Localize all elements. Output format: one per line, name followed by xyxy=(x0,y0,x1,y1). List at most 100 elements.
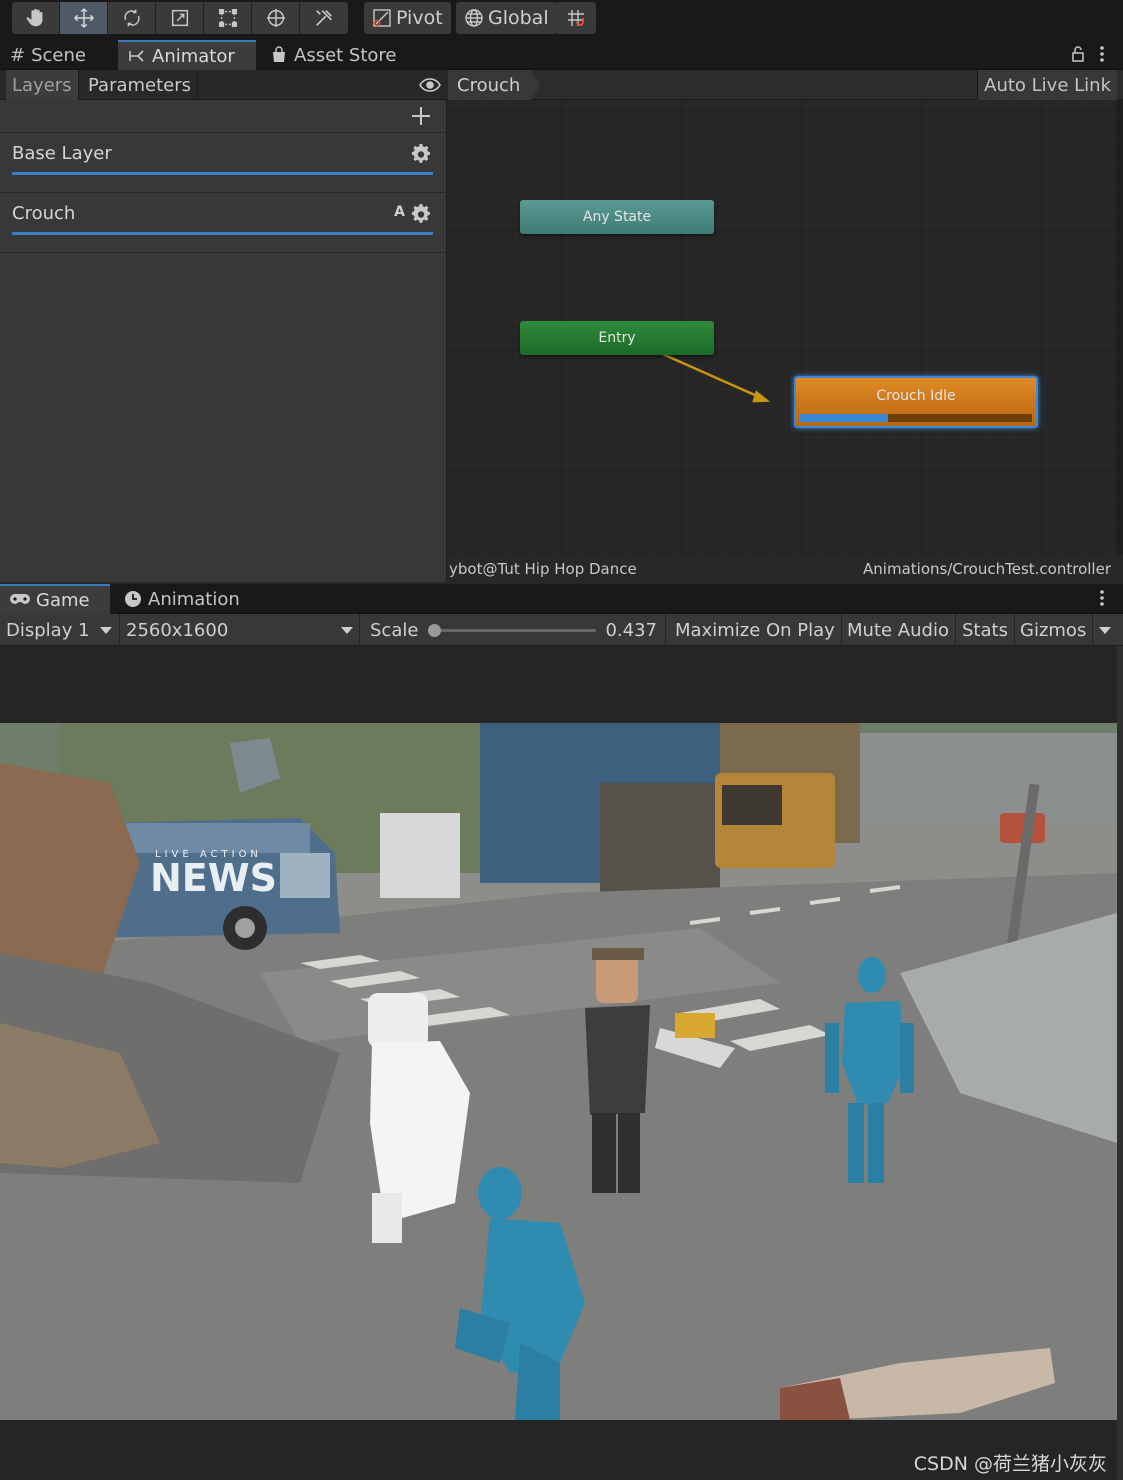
global-toggle[interactable]: Global xyxy=(456,2,557,34)
state-progress-track xyxy=(800,414,1032,422)
gamepad-icon xyxy=(10,594,30,604)
rect-transform-icon xyxy=(218,9,237,27)
kebab-menu-icon[interactable] xyxy=(1099,589,1105,607)
scale-slider-knob[interactable] xyxy=(428,624,441,637)
stats-toggle[interactable]: Stats xyxy=(956,614,1015,646)
auto-live-link-toggle[interactable]: Auto Live Link xyxy=(977,70,1117,100)
tab-scene[interactable]: # Scene xyxy=(0,40,96,70)
state-label: Crouch Idle xyxy=(876,388,956,404)
resolution-dropdown[interactable]: 2560x1600 xyxy=(120,614,360,646)
tab-asset-store[interactable]: Asset Store xyxy=(260,40,407,70)
gizmos-toggle[interactable]: Gizmos xyxy=(1014,614,1094,646)
tab-animation-label: Animation xyxy=(148,588,240,610)
game-view: LIVE ACTION NEWS xyxy=(0,646,1123,1480)
layer-name: Base Layer xyxy=(12,143,112,164)
eye-icon[interactable] xyxy=(419,76,441,94)
tab-scene-label: Scene xyxy=(31,44,86,66)
csdn-watermark: CSDN @荷兰猪小灰灰 xyxy=(913,1453,1107,1475)
hand-tool-button[interactable] xyxy=(12,2,60,34)
additive-badge: A xyxy=(394,204,405,220)
state-crouch-idle[interactable]: Crouch Idle xyxy=(794,376,1038,428)
game-toolbar: Display 1 2560x1600 Scale 0.437 Maximize… xyxy=(0,614,1123,646)
chevron-down-icon xyxy=(1099,626,1111,634)
gear-icon[interactable] xyxy=(411,144,431,164)
tab-actions xyxy=(1071,45,1105,63)
layer-weight-bar xyxy=(12,172,433,175)
subtab-layers[interactable]: Layers xyxy=(6,70,79,100)
chevron-down-icon xyxy=(99,626,112,634)
shopping-bag-icon xyxy=(273,46,285,62)
transform-tool-button[interactable] xyxy=(252,2,300,34)
refrigerator xyxy=(380,813,460,898)
tab-game[interactable]: Game xyxy=(0,584,110,614)
stats-label: Stats xyxy=(962,619,1008,641)
scale-value: 0.437 xyxy=(605,619,657,641)
tab-animation[interactable]: Animation xyxy=(114,584,250,614)
pivot-label: Pivot xyxy=(396,7,443,29)
add-layer-icon[interactable] xyxy=(409,104,433,128)
tools-icon xyxy=(316,10,332,26)
grid-snap-button[interactable] xyxy=(556,2,596,34)
animator-icon xyxy=(129,50,144,62)
maximize-on-play-toggle[interactable]: Maximize On Play xyxy=(669,614,842,646)
layer-weight-bar xyxy=(12,232,433,235)
rect-tool-button[interactable] xyxy=(204,2,252,34)
animator-graph[interactable]: Crouch Auto Live Link Any State Entry Cr… xyxy=(448,70,1123,582)
building-distant xyxy=(860,733,1117,823)
mute-audio-toggle[interactable]: Mute Audio xyxy=(841,614,956,646)
animator-layers-panel: Layers Parameters Base Layer Crouch A xyxy=(0,70,447,582)
scale-tool-button[interactable] xyxy=(156,2,204,34)
animator-subtabs: Layers Parameters xyxy=(0,70,447,100)
tab-actions xyxy=(1099,589,1105,607)
rotate-tool-button[interactable] xyxy=(108,2,156,34)
game-scene-render: LIVE ACTION NEWS xyxy=(0,723,1117,1420)
layer-name: Crouch xyxy=(12,203,76,224)
controller-path: Animations/CrouchTest.controller xyxy=(863,560,1111,578)
game-scrollbar[interactable] xyxy=(1117,646,1123,1480)
state-any-state[interactable]: Any State xyxy=(520,200,714,234)
game-viewport[interactable]: LIVE ACTION NEWS xyxy=(0,723,1117,1420)
display-dropdown[interactable]: Display 1 xyxy=(0,614,120,646)
transform-icon xyxy=(266,8,285,28)
globe-icon xyxy=(465,9,483,27)
grid-snap-icon xyxy=(568,10,584,26)
kebab-menu-icon[interactable] xyxy=(1099,45,1105,63)
main-toolbar: Pivot Global xyxy=(0,0,1123,40)
lock-icon[interactable] xyxy=(1071,45,1085,63)
gizmos-label: Gizmos xyxy=(1020,619,1087,641)
resolution-label: 2560x1600 xyxy=(126,619,229,641)
pivot-toggle[interactable]: Pivot xyxy=(364,2,451,34)
gear-icon[interactable] xyxy=(411,204,431,224)
van-text-news: NEWS xyxy=(150,856,277,900)
state-progress-fill xyxy=(800,414,889,422)
scale-icon xyxy=(171,9,188,27)
breadcrumb[interactable]: Crouch xyxy=(448,70,540,100)
subtab-parameters-label: Parameters xyxy=(88,74,192,96)
top-tab-bar: # Scene Animator Asset Store xyxy=(0,40,1123,70)
hand-icon xyxy=(26,8,42,27)
clock-icon xyxy=(125,591,141,607)
state-entry[interactable]: Entry xyxy=(520,321,714,355)
graph-footer: ybot@Tut Hip Hop Dance Animations/Crouch… xyxy=(448,555,1123,582)
subtab-parameters[interactable]: Parameters xyxy=(82,70,199,100)
graph-scrollbar[interactable] xyxy=(1116,100,1123,555)
tab-animator-label: Animator xyxy=(152,45,235,67)
move-tool-button[interactable] xyxy=(60,2,108,34)
chevron-down-icon xyxy=(341,626,353,634)
bottom-tab-bar: Game Animation xyxy=(0,584,1123,614)
divider xyxy=(0,252,447,253)
graph-header: Crouch Auto Live Link xyxy=(448,70,1123,100)
custom-tool-button[interactable] xyxy=(300,2,348,34)
breadcrumb-label: Crouch xyxy=(457,74,521,96)
subtab-layers-label: Layers xyxy=(12,74,72,96)
gizmos-dropdown[interactable] xyxy=(1091,614,1117,646)
hash-icon: # xyxy=(10,44,26,66)
selected-object-name: ybot@Tut Hip Hop Dance xyxy=(449,560,637,578)
tab-animator[interactable]: Animator xyxy=(118,40,256,70)
tab-game-label: Game xyxy=(36,589,90,611)
layer-item-crouch[interactable]: Crouch A xyxy=(0,192,447,252)
state-label: Entry xyxy=(598,330,636,346)
pivot-icon xyxy=(373,9,391,27)
scale-slider[interactable] xyxy=(428,624,596,637)
layer-item-base[interactable]: Base Layer xyxy=(0,132,447,192)
